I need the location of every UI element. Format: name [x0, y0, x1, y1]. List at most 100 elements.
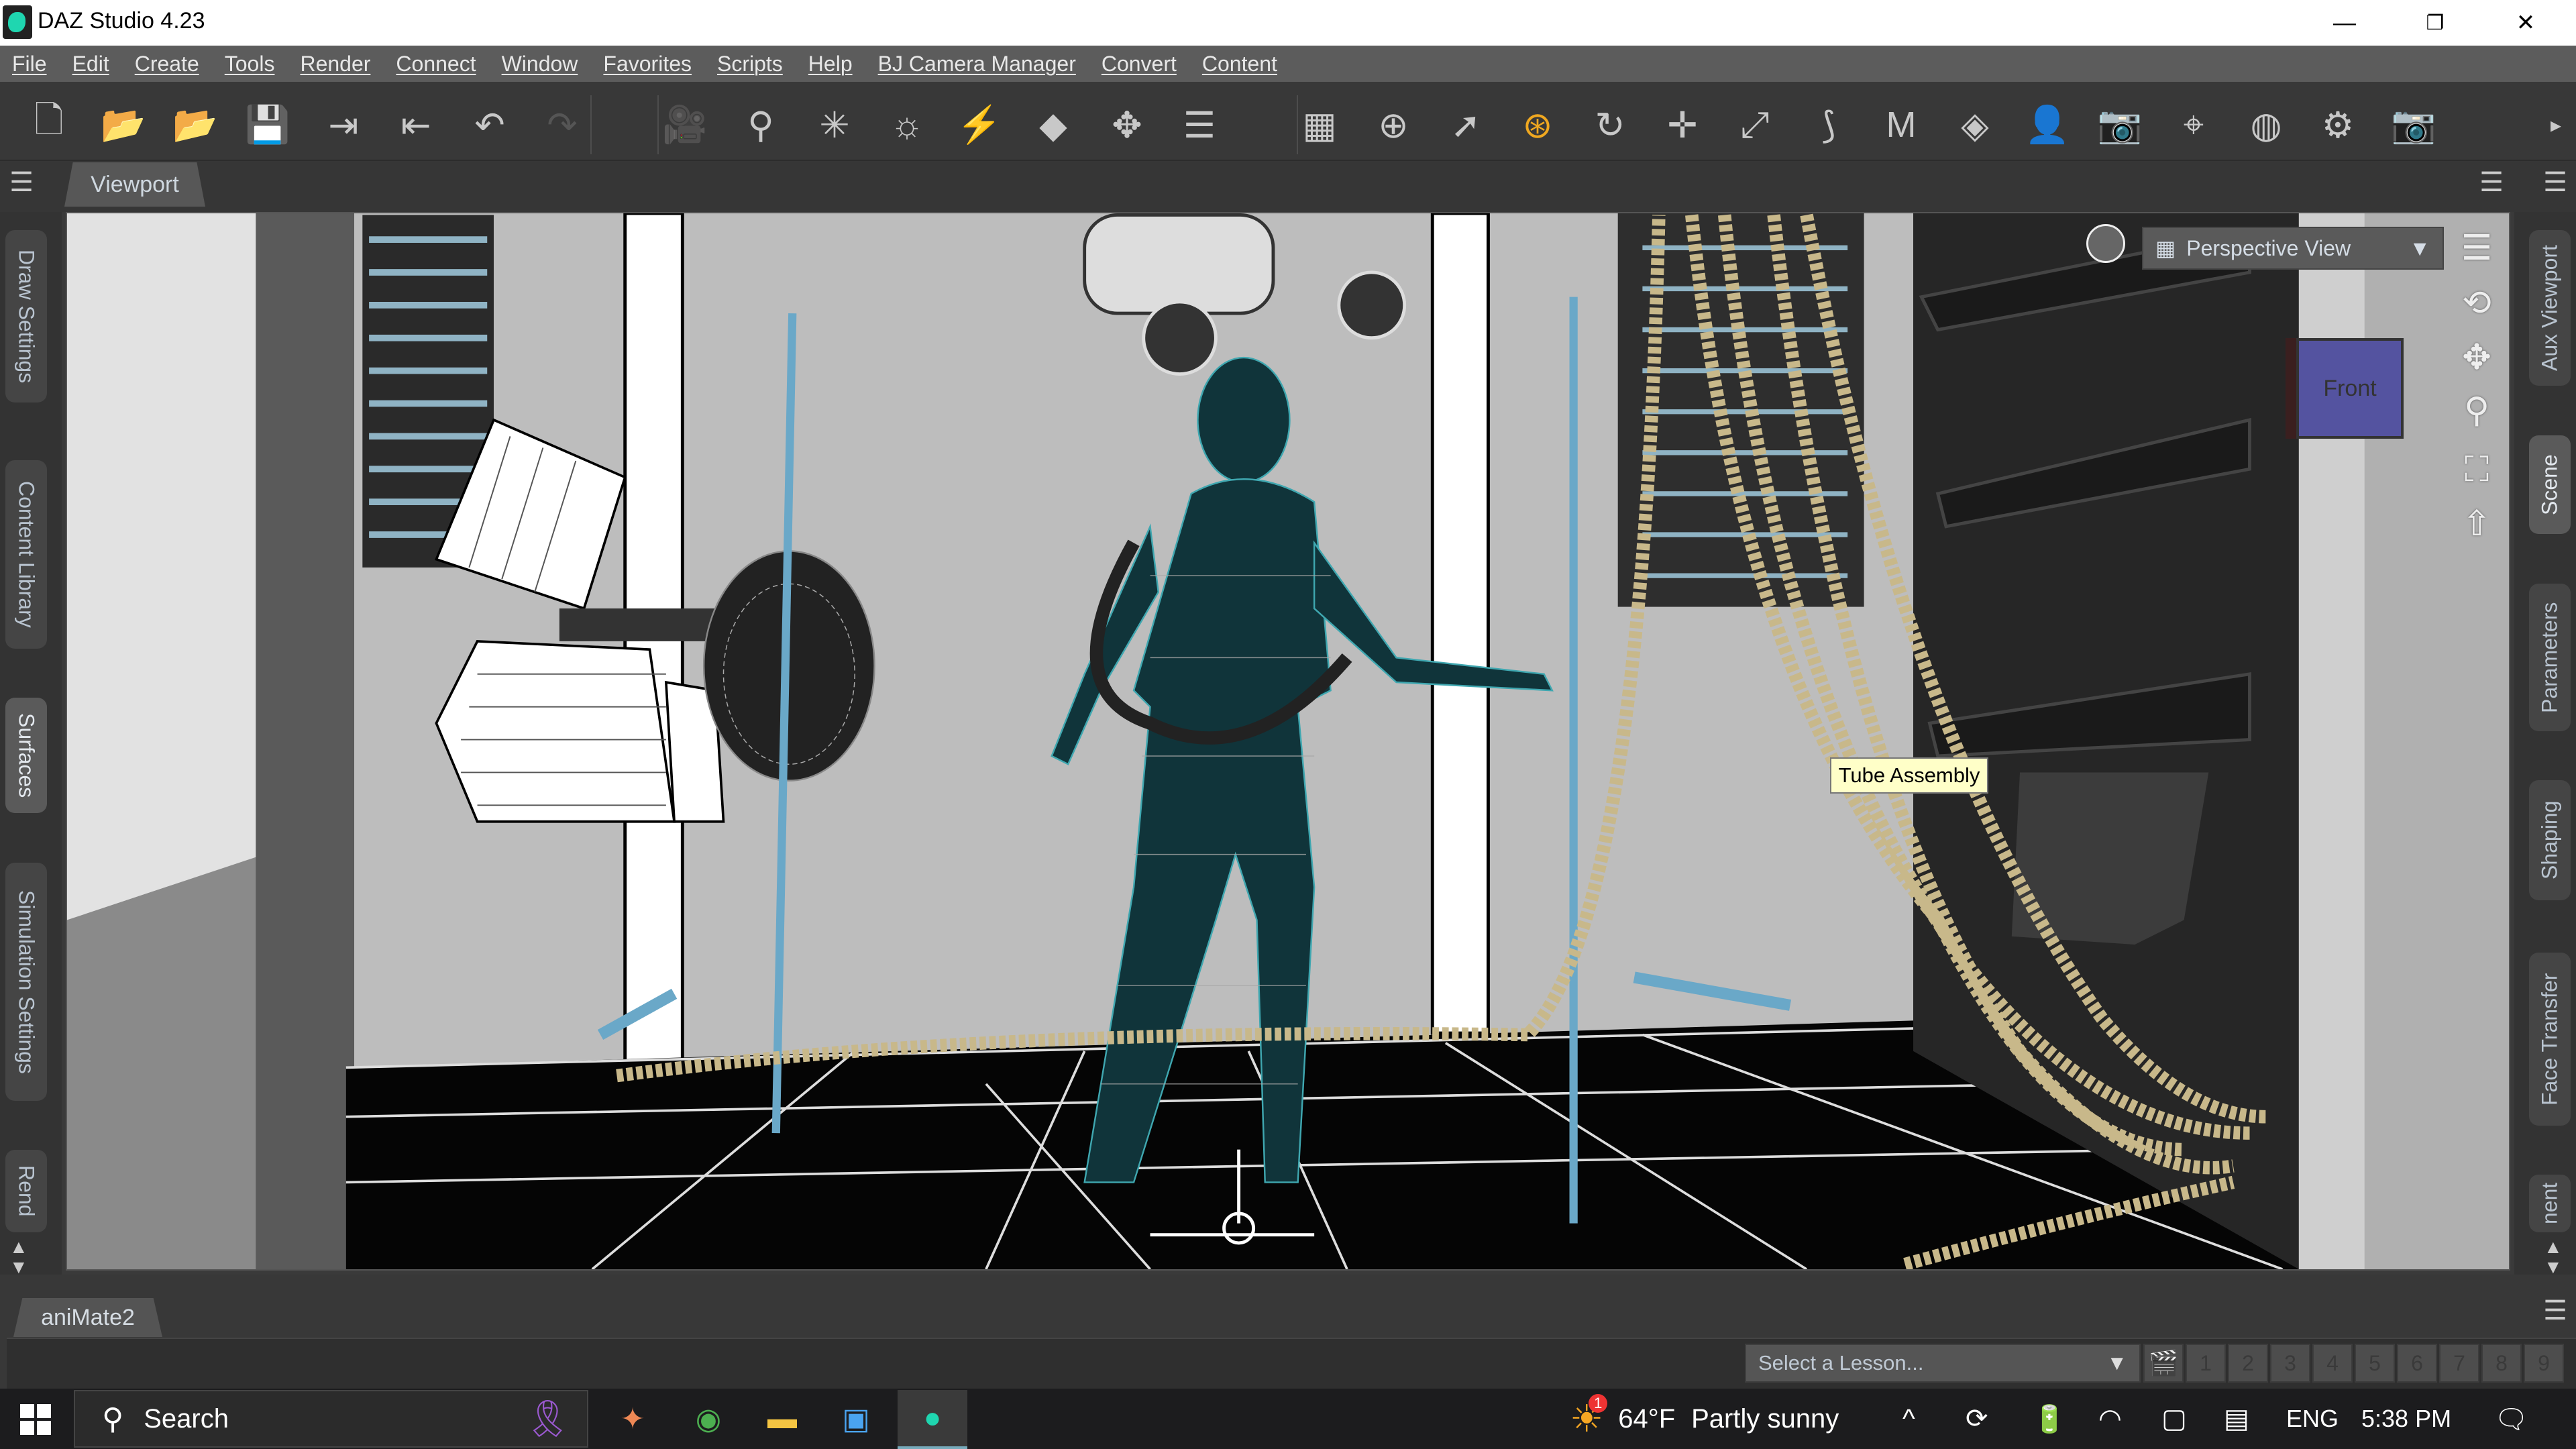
minimize-button[interactable]: —	[2301, 0, 2388, 46]
camera-view-dropdown[interactable]: ▦ Perspective View ▼	[2142, 227, 2444, 270]
lesson-step-1-button[interactable]: 1	[2186, 1344, 2226, 1383]
tab-environment[interactable]: nent	[2529, 1175, 2571, 1232]
camera-cube-icon[interactable]: 📷	[2096, 101, 2144, 149]
menu-content[interactable]: Content	[1202, 52, 1277, 76]
lesson-dropdown[interactable]: Select a Lesson... ▼	[1745, 1344, 2141, 1383]
lesson-step-4-button[interactable]: 4	[2312, 1344, 2353, 1383]
sync-icon[interactable]: ⟳	[1966, 1395, 1988, 1442]
export-icon[interactable]: ⇤	[392, 101, 440, 149]
rotate-tool-icon[interactable]: ↻	[1586, 101, 1634, 149]
lesson-step-7-button[interactable]: 7	[2439, 1344, 2479, 1383]
new-scene-icon[interactable]: 🗋	[25, 100, 73, 149]
chrome-icon[interactable]: ◉	[688, 1398, 729, 1440]
taskbar-clock[interactable]: 5:38 PM	[2361, 1395, 2451, 1442]
lesson-step-3-button[interactable]: 3	[2270, 1344, 2310, 1383]
surface-selection-icon[interactable]: ◈	[1951, 101, 1999, 149]
viewport-panel-menu-icon[interactable]: ☰	[2475, 166, 2508, 199]
tab-content-library[interactable]: Content Library	[5, 460, 47, 649]
tab-simulation-settings[interactable]: Simulation Settings	[5, 863, 47, 1101]
battery-charging-icon[interactable]: 🔋	[2033, 1395, 2066, 1442]
frame-icon[interactable]: ⛶	[2455, 448, 2498, 491]
orbit-icon[interactable]: ⟲	[2455, 282, 2498, 325]
right-tabs-scroll-arrows[interactable]: ▲ ▼	[2544, 1237, 2563, 1277]
view-navigation-cube[interactable]: Front	[2296, 338, 2404, 439]
create-point-light-icon[interactable]: ✳	[810, 101, 859, 149]
active-pose-tool-icon[interactable]: ⊛	[1513, 101, 1562, 149]
node-selection-icon[interactable]: ➚	[1442, 101, 1490, 149]
left-panel-menu-icon[interactable]: ☰	[5, 166, 38, 199]
show-hidden-icons-chevron-icon[interactable]: ^	[1902, 1395, 1915, 1442]
camera-icon[interactable]: ▢	[2161, 1395, 2187, 1442]
joint-editor-icon[interactable]: ⟆	[1805, 101, 1853, 149]
layout-icon[interactable]: ▤	[2224, 1395, 2249, 1442]
menu-favorites[interactable]: Favorites	[603, 52, 692, 76]
open-icon[interactable]: 📂	[99, 101, 148, 149]
lesson-step-6-button[interactable]: 6	[2397, 1344, 2437, 1383]
tab-animate2[interactable]: aniMate2	[13, 1298, 162, 1337]
viewport-menu-icon[interactable]: ☰	[2455, 227, 2498, 270]
left-tabs-scroll-arrows[interactable]: ▲ ▼	[9, 1237, 28, 1277]
lesson-step-8-button[interactable]: 8	[2481, 1344, 2522, 1383]
menu-connect[interactable]: Connect	[396, 52, 476, 76]
tab-aux-viewport[interactable]: Aux Viewport	[2529, 230, 2571, 386]
geometry-editor-icon[interactable]: M	[1877, 101, 1925, 149]
tab-face-transfer[interactable]: Face Transfer	[2529, 953, 2571, 1126]
create-spotlight-icon[interactable]: ⚲	[737, 101, 785, 149]
tab-draw-settings[interactable]: Draw Settings	[5, 230, 47, 402]
close-button[interactable]: ✕	[2482, 0, 2569, 46]
create-camera-icon[interactable]: 🎥	[661, 101, 709, 149]
iray-preview-icon[interactable]: ◍	[2242, 101, 2290, 149]
menu-window[interactable]: Window	[502, 52, 578, 76]
merge-icon[interactable]: 📂	[171, 101, 219, 149]
create-linear-light-icon[interactable]: ⚡	[955, 101, 1004, 149]
pan-icon[interactable]: ✥	[2455, 336, 2498, 379]
wifi-icon[interactable]: ◠	[2098, 1395, 2122, 1442]
redo-icon[interactable]: ↷	[538, 101, 586, 149]
copilot-icon[interactable]: ✦	[612, 1398, 653, 1440]
toolbar-overflow-arrow-icon[interactable]: ▸	[2542, 101, 2569, 149]
undo-icon[interactable]: ↶	[466, 101, 514, 149]
tab-parameters[interactable]: Parameters	[2529, 584, 2571, 731]
tab-render[interactable]: Rend	[5, 1150, 47, 1232]
menu-edit[interactable]: Edit	[72, 52, 109, 76]
microsoft-store-icon[interactable]: ▣	[835, 1398, 877, 1440]
right-panel-menu-icon[interactable]: ☰	[2539, 166, 2571, 199]
draw-style-globe-icon[interactable]	[2086, 224, 2125, 263]
notifications-icon[interactable]: 🗨	[2494, 1395, 2528, 1442]
restore-button[interactable]: ❐	[2392, 0, 2479, 46]
bottom-panel-menu-icon[interactable]: ☰	[2539, 1295, 2571, 1327]
viewport-grid-icon[interactable]: ▦	[1295, 101, 1344, 149]
lesson-step-5-button[interactable]: 5	[2355, 1344, 2395, 1383]
zoom-icon[interactable]: ⚲	[2455, 389, 2498, 432]
lesson-step-2-button[interactable]: 2	[2228, 1344, 2268, 1383]
clapperboard-icon[interactable]: 🎬	[2143, 1344, 2184, 1383]
menu-create[interactable]: Create	[135, 52, 199, 76]
menu-tools[interactable]: Tools	[225, 52, 275, 76]
create-null-icon[interactable]: ✥	[1103, 101, 1151, 149]
render-settings-icon[interactable]: ⚙	[2314, 101, 2362, 149]
language-indicator[interactable]: ENG	[2286, 1395, 2339, 1442]
create-distant-light-icon[interactable]: ☼	[883, 101, 931, 149]
tool-settings-icon[interactable]: ☰	[1175, 101, 1224, 149]
tab-scene[interactable]: Scene	[2529, 435, 2571, 534]
menu-file[interactable]: File	[12, 52, 47, 76]
3d-viewport[interactable]: ▦ Perspective View ▼ Front ☰ ⟲ ✥ ⚲ ⛶ ⇧ Tube A…	[66, 212, 2510, 1271]
file-explorer-icon[interactable]: ▬	[761, 1398, 803, 1440]
tab-viewport[interactable]: Viewport	[64, 162, 205, 207]
region-navigator-icon[interactable]: ⌖	[2169, 101, 2218, 149]
scene-render[interactable]	[67, 213, 2509, 1269]
menu-bj-camera-manager[interactable]: BJ Camera Manager	[878, 52, 1076, 76]
universal-tool-icon[interactable]: ⊕	[1369, 101, 1417, 149]
menu-help[interactable]: Help	[808, 52, 853, 76]
create-primitive-icon[interactable]: ◆	[1029, 101, 1077, 149]
menu-scripts[interactable]: Scripts	[717, 52, 783, 76]
tab-surfaces[interactable]: Surfaces	[5, 698, 47, 813]
figure-setup-icon[interactable]: 👤	[2023, 101, 2072, 149]
taskbar-search-box[interactable]: ⚲ Search 🎗	[74, 1390, 588, 1448]
import-icon[interactable]: ⇥	[319, 101, 368, 149]
tab-shaping[interactable]: Shaping	[2529, 780, 2571, 900]
translate-tool-icon[interactable]: ✛	[1658, 101, 1707, 149]
lesson-step-9-button[interactable]: 9	[2524, 1344, 2564, 1383]
reset-view-icon[interactable]: ⇧	[2455, 502, 2498, 545]
windows-start-icon[interactable]	[20, 1404, 51, 1435]
